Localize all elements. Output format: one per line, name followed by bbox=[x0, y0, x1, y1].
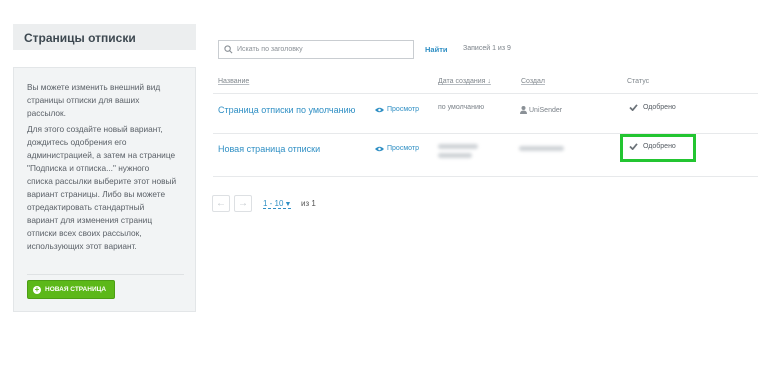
sidebar-info-panel: Вы можете изменить внешний вид страницы … bbox=[13, 67, 196, 312]
table-cell-date: по умолчанию bbox=[438, 104, 485, 111]
page-total: из 1 bbox=[301, 199, 316, 208]
sidebar-title: Страницы отписки bbox=[13, 24, 196, 50]
page-range-label: 1 - 10 bbox=[263, 199, 284, 208]
search-icon bbox=[224, 45, 233, 54]
prev-page-button[interactable]: ← bbox=[212, 195, 230, 212]
eye-icon bbox=[375, 107, 384, 112]
checkmark-icon bbox=[629, 104, 638, 111]
table-cell-status: Одобрено bbox=[629, 104, 676, 111]
plus-circle-icon: + bbox=[33, 284, 41, 294]
table-cell-created-by: UniSender bbox=[520, 106, 562, 114]
arrow-left-icon: ← bbox=[216, 198, 226, 209]
preview-link-label: Просмотр bbox=[387, 145, 419, 152]
preview-link[interactable]: Просмотр bbox=[375, 106, 419, 113]
blurred-date bbox=[438, 144, 478, 149]
records-count: Записей 1 из 9 bbox=[463, 45, 511, 52]
user-icon bbox=[520, 106, 527, 114]
table-header-divider bbox=[213, 93, 758, 94]
arrow-right-icon: → bbox=[238, 198, 248, 209]
search-field[interactable] bbox=[218, 40, 414, 59]
table-row-divider bbox=[213, 176, 758, 177]
find-button[interactable]: Найти bbox=[425, 45, 447, 54]
blurred-date bbox=[438, 153, 472, 158]
page-range-dropdown[interactable]: 1 - 10▼ bbox=[263, 199, 292, 209]
preview-link[interactable]: Просмотр bbox=[375, 145, 419, 152]
eye-icon bbox=[375, 146, 384, 151]
status-label: Одобрено bbox=[643, 104, 676, 111]
sidebar-paragraph-1: Вы можете изменить внешний вид страницы … bbox=[27, 82, 161, 118]
new-page-button[interactable]: + НОВАЯ СТРАНИЦА bbox=[27, 280, 115, 299]
sidebar-divider bbox=[27, 274, 184, 275]
created-by-label: UniSender bbox=[529, 106, 563, 114]
table-row-name-link[interactable]: Новая страница отписки bbox=[218, 144, 320, 154]
caret-down-icon: ▼ bbox=[284, 201, 292, 208]
next-page-button[interactable]: → bbox=[234, 195, 252, 212]
sidebar-description: Вы можете изменить внешний вид страницы … bbox=[27, 81, 177, 256]
column-header-status: Статус bbox=[627, 78, 650, 85]
column-header-created[interactable]: Создал bbox=[521, 78, 545, 85]
sidebar-paragraph-2: Для этого создайте новый вариант, дождит… bbox=[27, 124, 177, 251]
search-input[interactable] bbox=[237, 46, 407, 53]
column-header-name[interactable]: Название bbox=[218, 78, 249, 85]
preview-link-label: Просмотр bbox=[387, 106, 419, 113]
blurred-creator bbox=[519, 146, 564, 151]
status-highlight-box bbox=[620, 134, 696, 162]
table-row-name-link[interactable]: Страница отписки по умолчанию bbox=[218, 105, 355, 115]
new-page-button-label: НОВАЯ СТРАНИЦА bbox=[45, 286, 107, 293]
column-header-date[interactable]: Дата создания ↓ bbox=[438, 78, 491, 85]
